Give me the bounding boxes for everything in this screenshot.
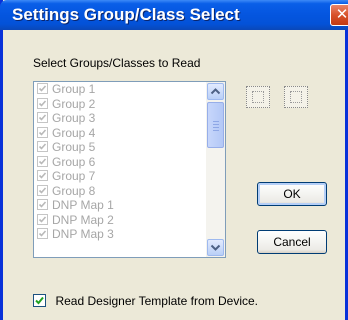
read-template-option[interactable]: Read Designer Template from Device.: [33, 292, 258, 310]
list-item[interactable]: Group 8: [34, 184, 206, 199]
item-checkbox[interactable]: [37, 155, 48, 167]
item-checkbox[interactable]: [37, 112, 48, 124]
list-item-label: Group 6: [52, 154, 96, 169]
list-item[interactable]: Group 2: [34, 97, 206, 112]
list-item-label: Group 5: [52, 140, 96, 154]
scroll-up-button[interactable]: [207, 83, 224, 100]
ok-button[interactable]: OK: [257, 182, 327, 206]
list-item-label: Group 4: [52, 125, 96, 140]
item-checkbox[interactable]: [37, 141, 48, 153]
checkmark-icon: [38, 129, 47, 136]
list-item-label: Group 1: [52, 82, 96, 96]
list-item[interactable]: DNP Map 3: [34, 227, 206, 242]
list-item[interactable]: Group 1: [34, 82, 206, 97]
listbox-scrollbar[interactable]: [206, 82, 225, 257]
checkmark-icon: [38, 172, 47, 179]
read-template-label: Read Designer Template from Device.: [55, 293, 258, 308]
checkmark-icon: [38, 201, 47, 208]
title-bar[interactable]: Settings Group/Class Select ✕: [0, 0, 348, 30]
checkmark-icon: [35, 297, 44, 305]
scroll-down-button[interactable]: [207, 239, 224, 256]
placeholder-control-2: [284, 86, 308, 108]
groups-list: Group 1 Group 2 Group 3 Group 4 Group 5 Group…: [34, 82, 206, 257]
checkmark-icon: [38, 143, 47, 150]
list-item-label: Group 3: [52, 111, 96, 125]
list-item-label: Group 7: [52, 169, 96, 183]
window-title: Settings Group/Class Select: [12, 5, 240, 24]
list-item-label: DNP Map 3: [52, 227, 114, 241]
item-checkbox[interactable]: [37, 170, 48, 182]
read-template-checkbox[interactable]: [33, 294, 46, 308]
item-checkbox[interactable]: [37, 199, 48, 211]
list-item-label: Group 8: [52, 183, 96, 198]
item-checkbox[interactable]: [37, 213, 48, 225]
list-item[interactable]: Group 3: [34, 111, 206, 126]
checkmark-icon: [38, 85, 47, 92]
item-checkbox[interactable]: [37, 83, 48, 95]
groups-listbox[interactable]: Group 1 Group 2 Group 3 Group 4 Group 5 Group…: [33, 81, 226, 258]
list-item[interactable]: Group 5: [34, 140, 206, 155]
item-checkbox[interactable]: [37, 184, 48, 196]
chevron-up-icon: [210, 88, 221, 95]
list-item-label: Group 2: [52, 96, 96, 111]
checkmark-icon: [38, 158, 47, 165]
dialog-window: Settings Group/Class Select ✕ Select Gro…: [0, 0, 348, 320]
checkmark-icon: [38, 216, 47, 223]
list-item[interactable]: Group 6: [34, 155, 206, 170]
item-checkbox[interactable]: [37, 228, 48, 240]
list-item-label: DNP Map 2: [52, 212, 114, 227]
checkmark-icon: [38, 187, 47, 194]
list-item[interactable]: DNP Map 1: [34, 198, 206, 213]
scroll-thumb[interactable]: [207, 102, 224, 148]
groups-section-label: Select Groups/Classes to Read: [33, 56, 201, 70]
close-icon: ✕: [335, 5, 348, 23]
checkmark-icon: [38, 114, 47, 121]
list-item[interactable]: Group 4: [34, 126, 206, 141]
item-checkbox[interactable]: [37, 97, 48, 109]
chevron-down-icon: [210, 244, 221, 251]
placeholder-control-1: [246, 86, 270, 108]
cancel-button[interactable]: Cancel: [257, 230, 327, 254]
list-item[interactable]: Group 7: [34, 169, 206, 184]
close-button[interactable]: ✕: [330, 4, 348, 26]
list-item[interactable]: DNP Map 2: [34, 213, 206, 228]
item-checkbox[interactable]: [37, 126, 48, 138]
checkmark-icon: [38, 100, 47, 107]
list-item-label: DNP Map 1: [52, 198, 114, 212]
checkmark-icon: [38, 230, 47, 237]
